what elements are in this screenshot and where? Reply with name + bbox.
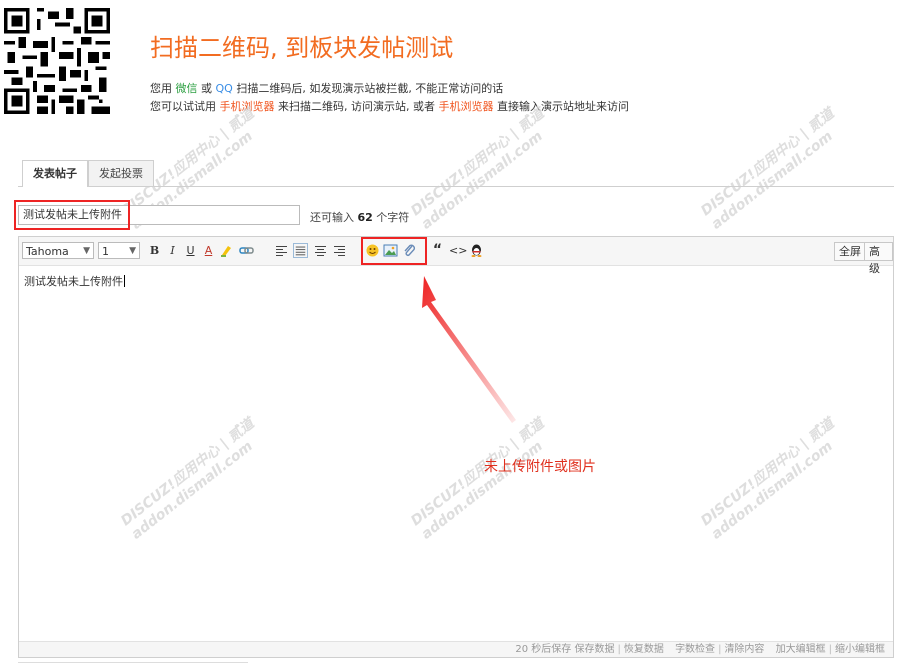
italic-button[interactable]: I (165, 243, 180, 258)
instruction-line-2: 您可以试试用 手机浏览器 来扫描二维码, 访问演示站, 或者 手机浏览器 直接输… (150, 100, 629, 113)
char-remaining: 还可输入 62 个字符 (310, 211, 410, 224)
text-color-button[interactable]: A (201, 243, 216, 258)
font-family-select[interactable]: Tahoma ▼ (22, 242, 94, 259)
tab-new-poll[interactable]: 发起投票 (88, 160, 154, 186)
qq-link[interactable]: QQ (216, 82, 233, 95)
editor-content[interactable]: 测试发帖未上传附件 (24, 273, 125, 289)
chevron-down-icon: ▼ (129, 246, 136, 256)
qq-penguin-icon (471, 244, 482, 257)
align-left-button[interactable] (274, 243, 289, 258)
chevron-down-icon: ▼ (83, 246, 90, 256)
align-right-icon (334, 246, 345, 256)
toolbar-highlight-box (361, 237, 427, 265)
quote-button[interactable]: “ (430, 243, 445, 258)
align-right-button[interactable] (332, 243, 347, 258)
shrink-editor-link[interactable]: 缩小编辑框 (835, 644, 885, 655)
text-cursor (124, 275, 125, 287)
highlight-button[interactable] (219, 243, 234, 258)
divider (18, 662, 248, 663)
enlarge-editor-link[interactable]: 加大编辑框 (776, 644, 826, 655)
font-size-select[interactable]: 1 ▼ (98, 242, 140, 259)
clear-content-link[interactable]: 清除内容 (724, 644, 764, 655)
mobile-browser-link-1[interactable]: 手机浏览器 (220, 100, 275, 113)
highlighter-icon (221, 246, 231, 257)
qq-icon-button[interactable] (469, 243, 484, 258)
restore-data-link[interactable]: 恢复数据 (624, 644, 664, 655)
save-data-link[interactable]: 保存数据 (575, 644, 615, 655)
align-center-icon (315, 246, 326, 256)
post-tabs: 发表帖子 发起投票 (18, 158, 894, 187)
subject-highlight-box (14, 200, 130, 230)
word-count-link[interactable]: 字数检查 (675, 644, 715, 655)
instruction-line-1: 您用 微信 或 QQ 扫描二维码后, 如发现演示站被拦截, 不能正常访问的话 (150, 82, 504, 95)
qr-code (4, 8, 110, 114)
editor-status-bar: 20 秒后保存 保存数据 | 恢复数据 字数检查 | 清除内容 加大编辑框 | 缩小编辑框 (19, 641, 893, 657)
annotation-text: 未上传附件或图片 (484, 459, 596, 475)
link-button[interactable] (239, 243, 254, 258)
align-center-button[interactable] (313, 243, 328, 258)
page-title: 扫描二维码, 到板块发帖测试 (150, 34, 454, 62)
code-button[interactable]: <> (449, 243, 467, 258)
editor-toolbar: Tahoma ▼ 1 ▼ B I U A “ <> 全屏 高级 (19, 237, 893, 275)
advanced-button[interactable]: 高级 (864, 242, 893, 275)
align-left-icon (276, 246, 287, 256)
align-justify-button[interactable] (293, 243, 308, 258)
align-justify-icon (295, 246, 306, 256)
underline-button[interactable]: U (183, 243, 198, 258)
tab-new-thread[interactable]: 发表帖子 (22, 160, 88, 187)
bold-button[interactable]: B (147, 243, 162, 258)
mobile-browser-link-2[interactable]: 手机浏览器 (438, 100, 493, 113)
post-editor: Tahoma ▼ 1 ▼ B I U A “ <> 全屏 高级 测试发帖未上传附… (18, 236, 894, 658)
autosave-countdown: 20 秒后保存 (515, 644, 572, 655)
fullscreen-button[interactable]: 全屏 (834, 242, 866, 261)
wechat-link[interactable]: 微信 (176, 82, 198, 95)
link-icon (239, 247, 254, 254)
